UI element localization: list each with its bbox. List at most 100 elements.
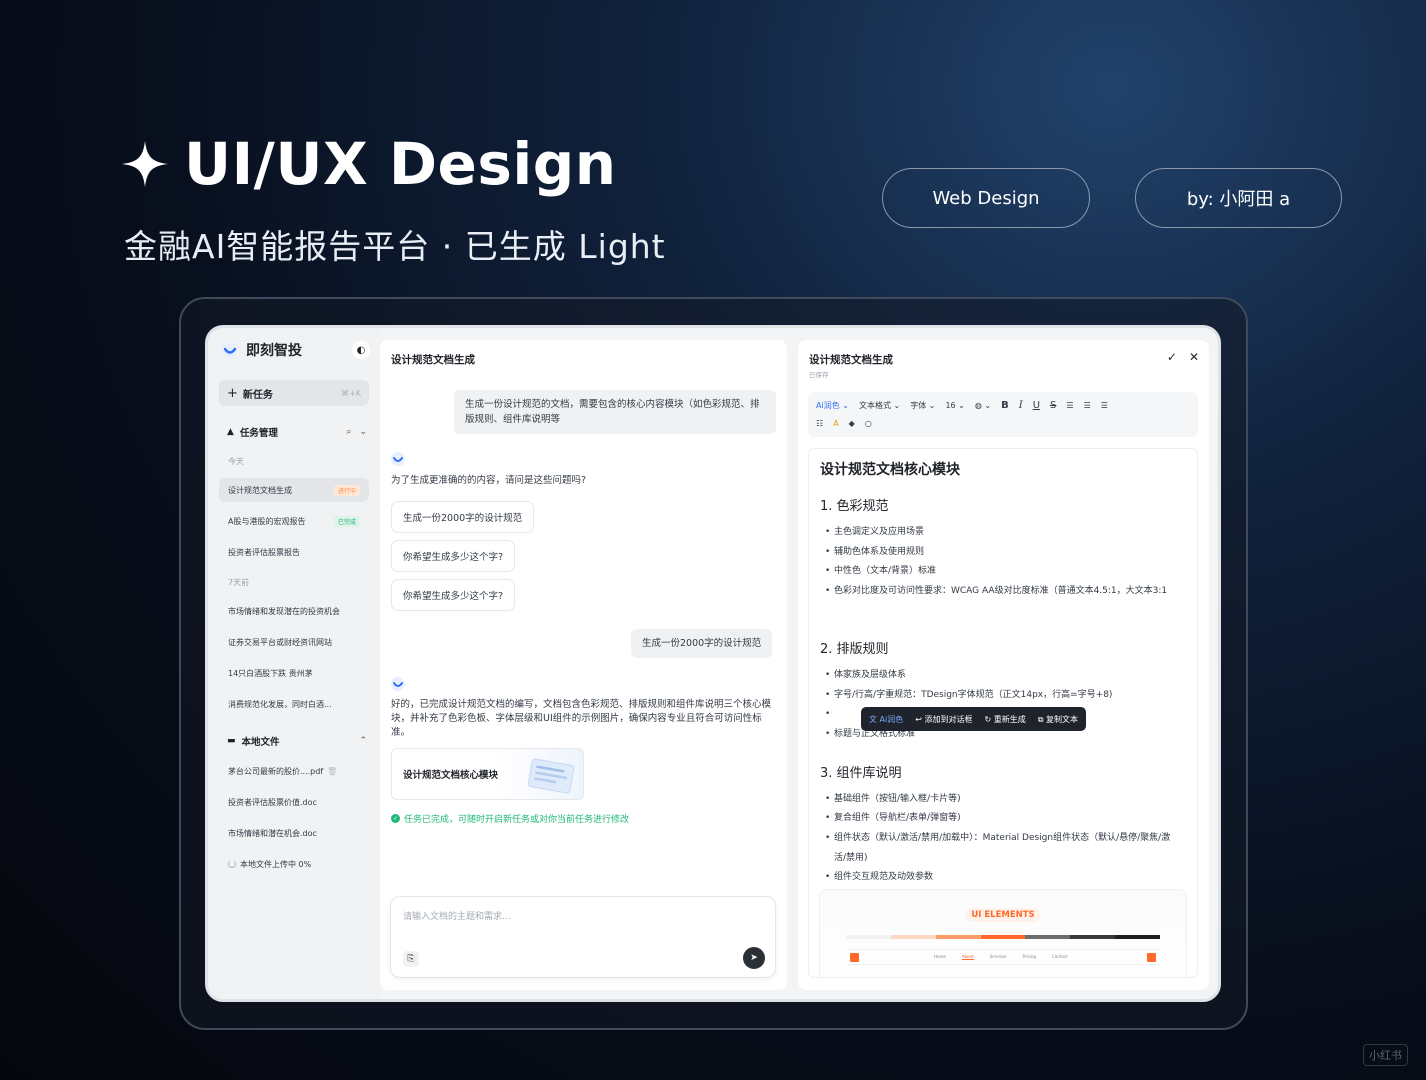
- chat-title: 设计规范文档生成: [391, 354, 475, 366]
- nav-link: Pricing: [1022, 954, 1036, 959]
- chat-input[interactable]: 请输入文档的主题和需求... ⎘ ➤: [390, 896, 776, 978]
- suggestion-option[interactable]: 你希望生成多少这个字?: [391, 579, 516, 611]
- ai-polish-action[interactable]: 文 Ai润色: [869, 714, 903, 725]
- logo-icon: [222, 342, 238, 358]
- folder-icon: ▬: [227, 736, 236, 746]
- assistant-avatar-icon: [391, 677, 405, 691]
- sparkle-icon: [122, 141, 168, 187]
- attachment-icon[interactable]: ⎘: [403, 951, 419, 967]
- format-toolbar: Ai润色 ⌄ 文本格式 ⌄ 字体 ⌄ 16 ⌄ ◍ ⌄ B I U S ☰ ☰ …: [808, 392, 1198, 437]
- list-item: 字号/行高/字重规范：TDesign字体规范（正文14px，行高=字号+8): [825, 686, 1180, 706]
- nav-logo-square: [850, 953, 859, 962]
- list-item: 组件状态（默认/激活/禁用/加载中）：Material Design组件状态（默…: [825, 829, 1180, 868]
- app-window: 即刻智投 ◐ + 新任务 ⌘+K ▲ 任务管理 ⌕ ⌄ 今天 设计规范文档生成 …: [205, 325, 1221, 1002]
- loading-icon: [228, 860, 236, 868]
- section-heading: 2. 排版规则: [820, 642, 889, 657]
- list-item: 色彩对比度及可访问性要求：WCAG AA级对比度标准（普通文本4.5:1，大文本…: [825, 582, 1180, 602]
- text-format-dropdown[interactable]: 文本格式 ⌄: [859, 400, 900, 411]
- task-icon: ▲: [227, 427, 234, 437]
- upload-status-text: 本地文件上传中 0%: [240, 859, 312, 869]
- palette-icon[interactable]: ◍ ⌄: [975, 401, 991, 410]
- brand-name: 即刻智投: [246, 343, 302, 359]
- editor-panel: 设计规范文档生成 已保存 ✓ ✕ Ai润色 ⌄ 文本格式 ⌄ 字体 ⌄ 16 ⌄…: [798, 340, 1209, 990]
- copy-text-action[interactable]: ⧉ 复制文本: [1038, 714, 1078, 725]
- sidebar-task-item[interactable]: 设计规范文档生成 进行中: [219, 478, 369, 502]
- ai-polish-dropdown[interactable]: Ai润色 ⌄: [816, 400, 849, 411]
- nav-link: Contact: [1052, 954, 1068, 959]
- ui-elements-preview: UI ELEMENTS Home About Services Pricing …: [819, 889, 1187, 977]
- list-item: 中性色（文本/背景）标准: [825, 562, 1180, 582]
- section-heading: 3. 组件库说明: [820, 766, 902, 781]
- nav-link: Services: [989, 954, 1007, 959]
- hero-heading: UI/UX Design: [184, 130, 617, 198]
- sidebar: 即刻智投 ◐ + 新任务 ⌘+K ▲ 任务管理 ⌕ ⌄ 今天 设计规范文档生成 …: [208, 328, 380, 999]
- sidebar-task-item[interactable]: 证券交易平台或财经资讯网站: [219, 630, 369, 654]
- document-thumbnail-icon: [527, 758, 575, 794]
- underline-icon[interactable]: U: [1033, 400, 1040, 411]
- align-left-icon[interactable]: ☰: [1066, 401, 1073, 410]
- new-task-button[interactable]: + 新任务 ⌘+K: [219, 380, 369, 406]
- search-icon[interactable]: ⌕: [346, 427, 351, 437]
- status-badge: 已完成: [333, 515, 360, 527]
- brand[interactable]: 即刻智投: [222, 340, 302, 360]
- file-item[interactable]: 茅台公司最新的股价....pdf 🗑: [219, 759, 369, 783]
- italic-icon[interactable]: I: [1019, 400, 1023, 411]
- theme-toggle-icon[interactable]: ◐: [352, 341, 370, 359]
- selection-toolbar: 文 Ai润色 ↩ 添加到对话框 ↻ 重新生成 ⧉ 复制文本: [861, 707, 1087, 731]
- font-dropdown[interactable]: 字体 ⌄: [910, 400, 935, 411]
- list-icon[interactable]: ☷: [816, 419, 823, 428]
- task-complete-text: 任务已完成，可随时开启新任务或对你当前任务进行修改: [404, 815, 630, 825]
- assistant-question: 为了生成更准确的的内容，请问是这些问题吗?: [391, 475, 587, 486]
- hero-title: UI/UX Design: [120, 130, 617, 198]
- list-item: 组件交互规范及动效参数: [825, 868, 1180, 888]
- sidebar-task-item[interactable]: 投资者评估股票报告: [219, 540, 369, 564]
- trash-icon[interactable]: 🗑: [327, 767, 337, 776]
- file-item[interactable]: 投资者评估股票价值.doc: [219, 790, 369, 814]
- list-item: 复合组件（导航栏/表单/弹窗等): [825, 809, 1180, 829]
- new-task-label: 新任务: [242, 389, 273, 401]
- group-today-label: 今天: [228, 457, 244, 466]
- hero-subtitle: 金融AI智能报告平台 · 已生成 Light: [124, 227, 666, 266]
- send-button[interactable]: ➤: [743, 947, 765, 969]
- list-item: 辅助色体系及使用规则: [825, 543, 1180, 563]
- sidebar-task-item[interactable]: 14只白酒股下跌 贵州茅: [219, 661, 369, 685]
- shortcut-hint: ⌘+K: [341, 388, 361, 398]
- task-complete-status: ✓ 任务已完成，可随时开启新任务或对你当前任务进行修改: [391, 812, 629, 825]
- nav-link: About: [961, 954, 974, 960]
- chevron-up-icon[interactable]: ⌃: [359, 736, 367, 746]
- highlight-icon[interactable]: ◆: [849, 419, 855, 428]
- document-body[interactable]: 设计规范文档核心模块 1. 色彩规范 主色调定义及应用场景 辅助色体系及使用规则…: [808, 448, 1198, 978]
- input-placeholder: 请输入文档的主题和需求...: [403, 912, 511, 922]
- font-size-dropdown[interactable]: 16 ⌄: [945, 401, 964, 410]
- chevron-down-icon[interactable]: ⌄: [359, 427, 367, 437]
- align-right-icon[interactable]: ☰: [1101, 401, 1108, 410]
- sidebar-task-item[interactable]: 市场情绪和发现潜在的投资机会: [219, 599, 369, 623]
- suggestion-option[interactable]: 生成一份2000字的设计规范: [391, 501, 535, 533]
- files-section-header[interactable]: ▬ 本地文件 ⌃: [227, 734, 367, 748]
- align-center-icon[interactable]: ☰: [1084, 401, 1091, 410]
- document-card[interactable]: 设计规范文档核心模块: [391, 748, 584, 800]
- sidebar-task-item[interactable]: 消费规范化发展，同时白酒...: [219, 692, 369, 716]
- nav-button-square: [1147, 953, 1156, 962]
- task-item-label: 设计规范文档生成: [228, 485, 292, 495]
- regenerate-action[interactable]: ↻ 重新生成: [985, 714, 1026, 725]
- clear-format-icon[interactable]: ○: [865, 419, 872, 428]
- task-item-label: A股与港股的宏观报告: [228, 516, 306, 526]
- section-heading: 1. 色彩规范: [820, 499, 889, 514]
- files-section-label: 本地文件: [241, 737, 280, 748]
- file-item[interactable]: 市场情绪和潜在机会.doc: [219, 821, 369, 845]
- task-section-header[interactable]: ▲ 任务管理 ⌕ ⌄: [227, 425, 367, 439]
- group-week-label: 7天前: [228, 578, 250, 587]
- add-to-chat-action[interactable]: ↩ 添加到对话框: [915, 714, 972, 725]
- suggestion-option[interactable]: 你希望生成多少这个字?: [391, 540, 516, 572]
- list-item: 主色调定义及应用场景: [825, 523, 1180, 543]
- text-color-icon[interactable]: A: [833, 419, 838, 428]
- document-title: 设计规范文档核心模块: [820, 462, 960, 478]
- user-message: 生成一份2000字的设计规范: [631, 629, 773, 658]
- strikethrough-icon[interactable]: S: [1050, 400, 1056, 411]
- sidebar-task-item[interactable]: A股与港股的宏观报告 已完成: [219, 509, 369, 533]
- check-icon[interactable]: ✓: [1167, 350, 1177, 364]
- bold-icon[interactable]: B: [1001, 400, 1009, 411]
- color-palette-bar: [846, 935, 1161, 939]
- close-icon[interactable]: ✕: [1189, 350, 1199, 364]
